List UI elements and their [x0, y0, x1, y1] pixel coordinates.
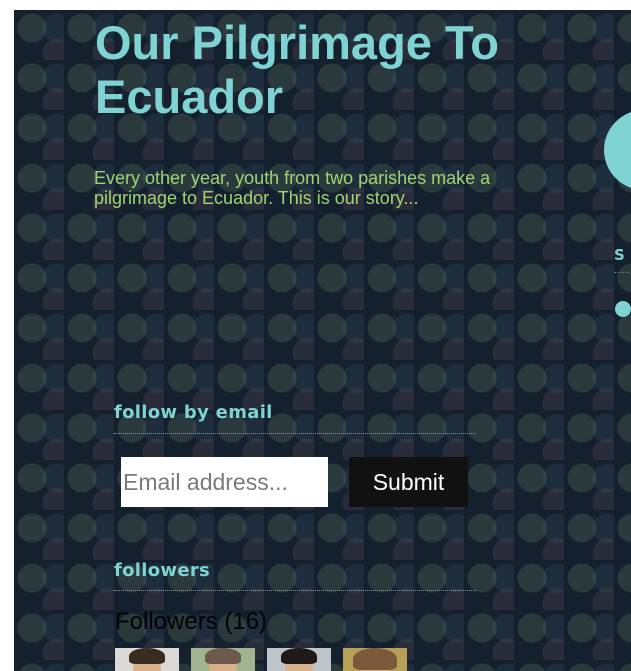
follower-avatar-4[interactable]	[343, 648, 407, 671]
followers-title: followers	[114, 560, 211, 581]
followers-avatar-list	[115, 648, 407, 671]
blog-page: Our Pilgrimage To Ecuador Every other ye…	[14, 10, 631, 671]
sidebar-widget-title: S	[614, 246, 625, 264]
followers-count-heading: Followers (16)	[115, 608, 268, 635]
follow-by-email-divider	[114, 433, 476, 434]
sidebar-divider	[614, 272, 631, 273]
follower-avatar-3[interactable]	[267, 648, 331, 671]
follower-avatar-1[interactable]	[115, 648, 179, 671]
sidebar-decoration-icon	[604, 110, 631, 190]
follower-avatar-2[interactable]	[191, 648, 255, 671]
email-address-input[interactable]	[121, 457, 328, 507]
submit-button[interactable]: Submit	[349, 457, 468, 507]
follow-by-email-title: follow by email	[114, 402, 273, 423]
followers-divider	[114, 590, 476, 591]
blog-title[interactable]: Our Pilgrimage To Ecuador	[95, 16, 515, 124]
sidebar-bullet-icon	[615, 301, 631, 317]
blog-description: Every other year, youth from two parishe…	[94, 168, 491, 208]
